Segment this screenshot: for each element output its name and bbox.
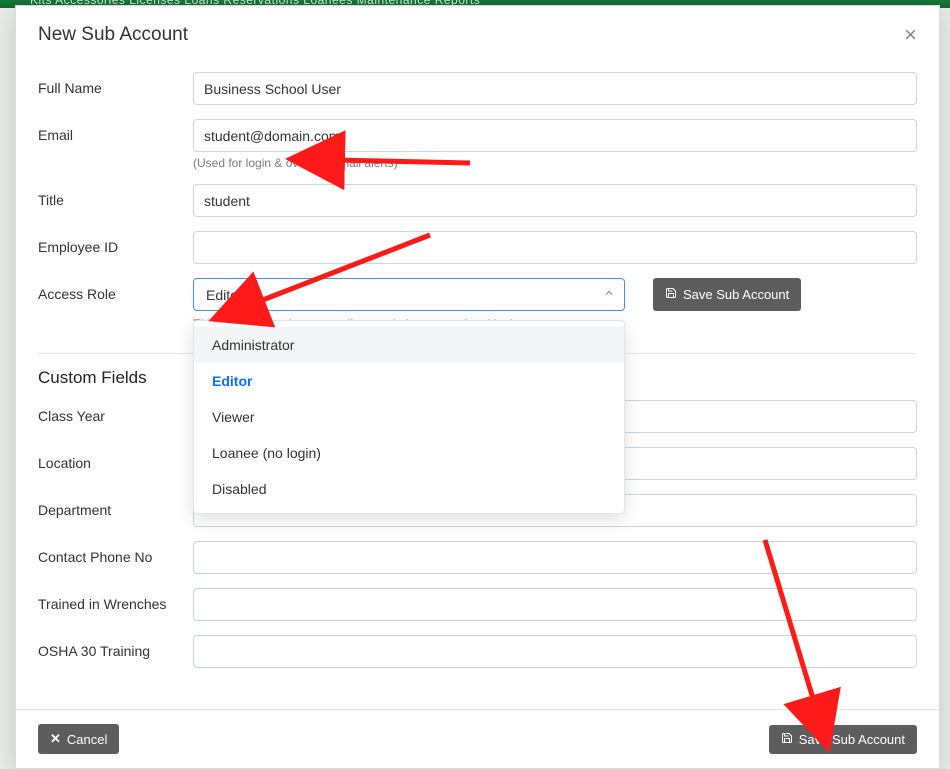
email-input[interactable] [193, 119, 917, 152]
email-hint: (Used for login & overdue email alerts) [193, 156, 917, 170]
row-email: Email (Used for login & overdue email al… [38, 119, 917, 170]
employee-id-input[interactable] [193, 231, 917, 264]
row-osha-training: OSHA 30 Training [38, 635, 917, 668]
trained-wrenches-input[interactable] [193, 588, 917, 621]
chevron-up-icon [603, 286, 615, 302]
modal-footer: ✕ Cancel Save Sub Account [16, 709, 939, 768]
row-contact-phone: Contact Phone No [38, 541, 917, 574]
row-title: Title [38, 184, 917, 217]
cancel-button[interactable]: ✕ Cancel [38, 724, 119, 754]
full-name-input[interactable] [193, 72, 917, 105]
label-department: Department [38, 494, 193, 518]
label-trained-wrenches: Trained in Wrenches [38, 588, 193, 612]
label-location: Location [38, 447, 193, 471]
label-employee-id: Employee ID [38, 231, 193, 255]
access-role-dropdown: Administrator Editor Viewer Loanee (no l… [193, 320, 625, 514]
modal-body: Full Name Email (Used for login & overdu… [16, 62, 939, 709]
new-sub-account-modal: New Sub Account × Full Name Email (Used … [15, 5, 940, 769]
label-class-year: Class Year [38, 400, 193, 424]
option-administrator[interactable]: Administrator [194, 327, 624, 363]
access-role-select[interactable]: Editor [193, 278, 625, 311]
option-viewer[interactable]: Viewer [194, 399, 624, 435]
save-button-label: Save Sub Account [799, 732, 905, 747]
save-button-label-inline: Save Sub Account [683, 287, 789, 302]
label-email: Email [38, 119, 193, 143]
row-employee-id: Employee ID [38, 231, 917, 264]
osha-training-input[interactable] [193, 635, 917, 668]
row-access-role: Access Role Editor This user will receiv… [38, 278, 917, 331]
save-icon [781, 732, 793, 747]
save-sub-account-button-inline[interactable]: Save Sub Account [653, 278, 801, 311]
contact-phone-input[interactable] [193, 541, 917, 574]
label-title: Title [38, 184, 193, 208]
save-icon [665, 287, 677, 302]
label-access-role: Access Role [38, 278, 193, 302]
option-loanee[interactable]: Loanee (no login) [194, 435, 624, 471]
modal-title: New Sub Account [38, 24, 188, 46]
cancel-icon: ✕ [50, 731, 61, 747]
save-sub-account-button[interactable]: Save Sub Account [769, 725, 917, 754]
row-trained-wrenches: Trained in Wrenches [38, 588, 917, 621]
label-contact-phone: Contact Phone No [38, 541, 193, 565]
close-button[interactable]: × [904, 24, 917, 46]
option-disabled[interactable]: Disabled [194, 471, 624, 507]
close-icon: × [904, 22, 917, 47]
label-full-name: Full Name [38, 72, 193, 96]
label-osha-training: OSHA 30 Training [38, 635, 193, 659]
cancel-label: Cancel [67, 732, 107, 747]
title-input[interactable] [193, 184, 917, 217]
modal-header: New Sub Account × [16, 6, 939, 62]
row-full-name: Full Name [38, 72, 917, 105]
access-role-selected-label: Editor [206, 287, 243, 303]
option-editor[interactable]: Editor [194, 363, 624, 399]
